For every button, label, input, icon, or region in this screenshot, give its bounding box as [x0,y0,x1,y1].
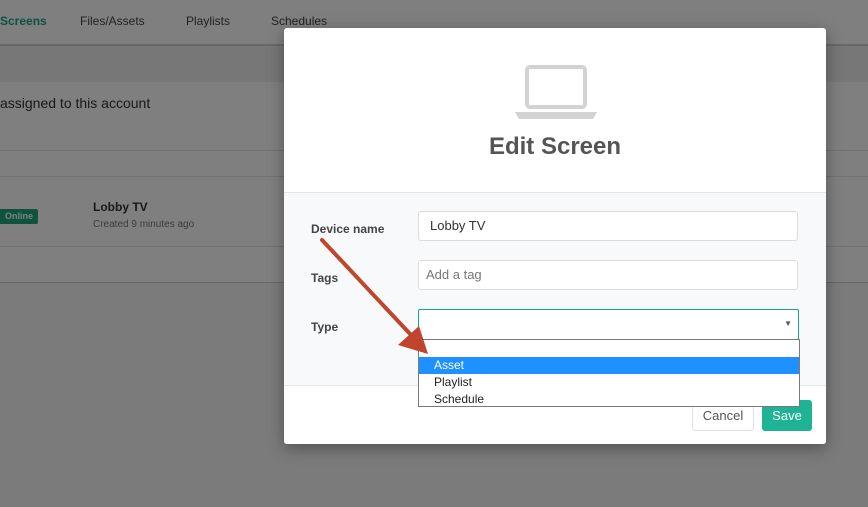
annotation-arrow-icon [320,238,428,354]
